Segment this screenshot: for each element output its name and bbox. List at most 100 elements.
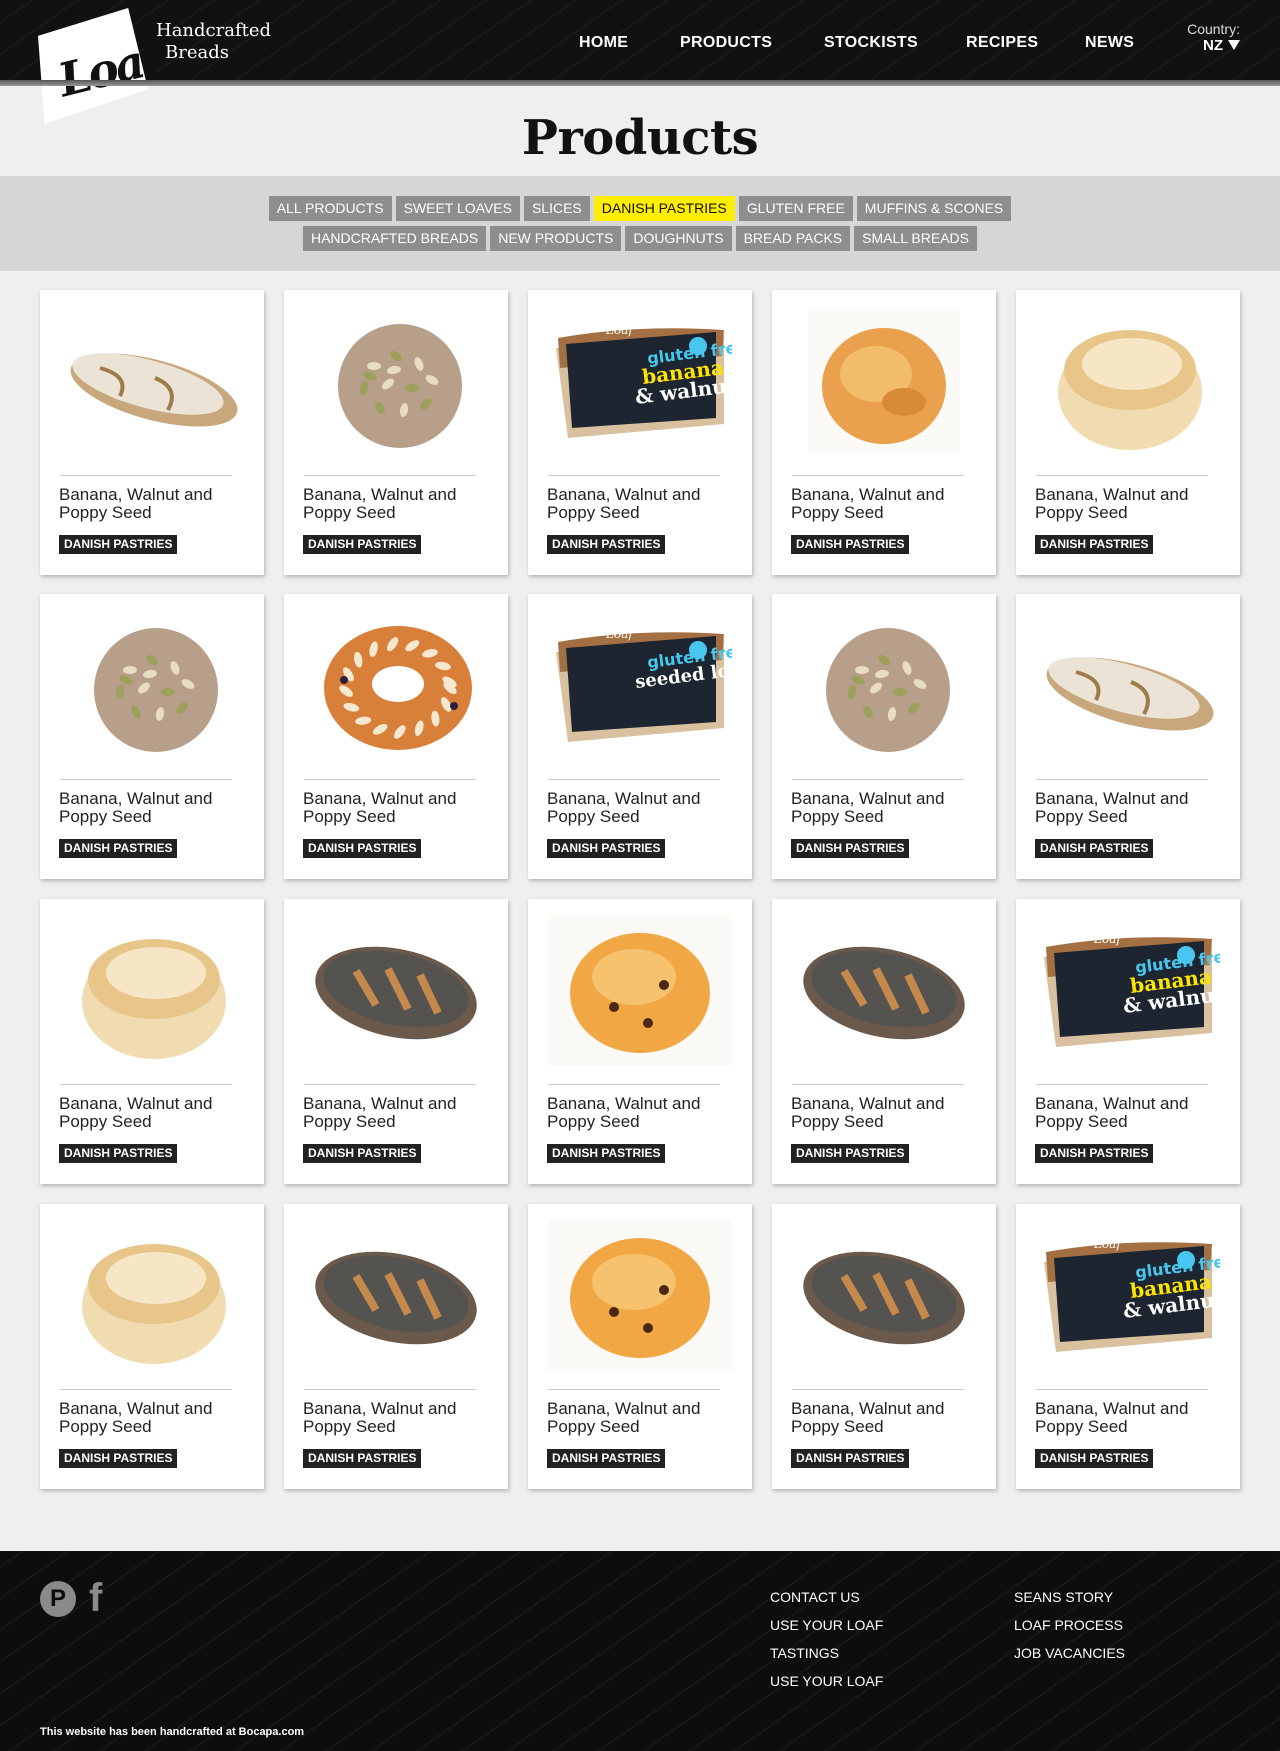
product-image[interactable] [304, 915, 488, 1065]
product-category-tag[interactable]: DANISH PASTRIES [59, 535, 178, 554]
product-name[interactable]: Banana, Walnut and Poppy Seed [59, 1400, 249, 1436]
product-category-tag[interactable]: DANISH PASTRIES [547, 1449, 666, 1468]
caret-down-icon[interactable] [1228, 40, 1240, 50]
product-card[interactable]: Banana, Walnut and Poppy Seed DANISH PAS… [1016, 290, 1240, 575]
product-category-tag[interactable]: DANISH PASTRIES [59, 1144, 178, 1163]
filter-sweet-loaves[interactable]: SWEET LOAVES [395, 196, 520, 221]
product-name[interactable]: Banana, Walnut and Poppy Seed [1035, 1400, 1225, 1436]
product-category-tag[interactable]: DANISH PASTRIES [59, 839, 178, 858]
product-image[interactable] [60, 306, 244, 456]
product-card[interactable]: Banana, Walnut and Poppy Seed DANISH PAS… [40, 290, 264, 575]
product-name[interactable]: Banana, Walnut and Poppy Seed [303, 486, 493, 522]
product-category-tag[interactable]: DANISH PASTRIES [303, 839, 422, 858]
product-card[interactable]: Banana, Walnut and Poppy Seed DANISH PAS… [284, 290, 508, 575]
product-card[interactable]: Banana, Walnut and Poppy Seed DANISH PAS… [772, 899, 996, 1184]
product-card[interactable]: Banana, Walnut and Poppy Seed DANISH PAS… [284, 594, 508, 879]
product-name[interactable]: Banana, Walnut and Poppy Seed [59, 790, 249, 826]
product-category-tag[interactable]: DANISH PASTRIES [1035, 1449, 1154, 1468]
product-image[interactable] [792, 915, 976, 1065]
footer-link-job-vacancies[interactable]: JOB VACANCIES [1014, 1639, 1125, 1667]
product-card[interactable]: Banana, Walnut and Poppy Seed DANISH PAS… [772, 290, 996, 575]
nav-products[interactable]: PRODUCTS [680, 34, 772, 52]
product-image[interactable]: gluten free banana & walnut Loaf [1036, 1220, 1236, 1370]
footer-link-tastings[interactable]: TASTINGS [770, 1639, 883, 1667]
product-image[interactable] [304, 306, 488, 456]
filter-handcrafted-breads[interactable]: HANDCRAFTED BREADS [302, 226, 487, 251]
product-image[interactable] [60, 1220, 244, 1370]
filter-slices[interactable]: SLICES [523, 196, 590, 221]
site-credit[interactable]: This website has been handcrafted at Boc… [40, 1726, 304, 1738]
product-name[interactable]: Banana, Walnut and Poppy Seed [1035, 1095, 1225, 1131]
product-image[interactable] [304, 610, 488, 760]
filter-doughnuts[interactable]: DOUGHNUTS [625, 226, 732, 251]
product-card[interactable]: Banana, Walnut and Poppy Seed DANISH PAS… [284, 1204, 508, 1489]
product-card[interactable]: gluten free banana & walnut Loaf Banana,… [1016, 1204, 1240, 1489]
product-image[interactable]: gluten free banana & walnut Loaf [548, 306, 748, 456]
product-name[interactable]: Banana, Walnut and Poppy Seed [547, 1095, 737, 1131]
product-category-tag[interactable]: DANISH PASTRIES [791, 535, 910, 554]
filter-bread-packs[interactable]: BREAD PACKS [735, 226, 851, 251]
product-card[interactable]: Banana, Walnut and Poppy Seed DANISH PAS… [40, 1204, 264, 1489]
product-category-tag[interactable]: DANISH PASTRIES [1035, 839, 1154, 858]
product-category-tag[interactable]: DANISH PASTRIES [1035, 1144, 1154, 1163]
product-card[interactable]: gluten free seeded loaf Loaf Banana, Wal… [528, 594, 752, 879]
product-image[interactable] [792, 610, 976, 760]
product-name[interactable]: Banana, Walnut and Poppy Seed [791, 486, 981, 522]
product-category-tag[interactable]: DANISH PASTRIES [303, 535, 422, 554]
footer-link-use-your-loaf-2[interactable]: USE YOUR LOAF [770, 1667, 883, 1695]
product-name[interactable]: Banana, Walnut and Poppy Seed [303, 1400, 493, 1436]
product-category-tag[interactable]: DANISH PASTRIES [59, 1449, 178, 1468]
filter-new-products[interactable]: NEW PRODUCTS [490, 226, 622, 251]
product-image[interactable] [60, 915, 244, 1065]
product-card[interactable]: Banana, Walnut and Poppy Seed DANISH PAS… [772, 1204, 996, 1489]
nav-recipes[interactable]: RECIPES [966, 34, 1038, 52]
product-image[interactable] [60, 610, 244, 760]
product-category-tag[interactable]: DANISH PASTRIES [791, 839, 910, 858]
filter-danish-pastries[interactable]: DANISH PASTRIES [593, 196, 735, 221]
product-image[interactable] [1036, 610, 1220, 760]
footer-link-seans-story[interactable]: SEANS STORY [1014, 1583, 1125, 1611]
footer-link-use-your-loaf[interactable]: USE YOUR LOAF [770, 1611, 883, 1639]
pinterest-icon[interactable]: P [40, 1581, 76, 1617]
product-image[interactable] [548, 915, 732, 1065]
filter-gluten-free[interactable]: GLUTEN FREE [738, 196, 853, 221]
footer-link-loaf-process[interactable]: LOAF PROCESS [1014, 1611, 1125, 1639]
product-card[interactable]: Banana, Walnut and Poppy Seed DANISH PAS… [284, 899, 508, 1184]
filter-small-breads[interactable]: SMALL BREADS [854, 226, 977, 251]
product-card[interactable]: Banana, Walnut and Poppy Seed DANISH PAS… [528, 899, 752, 1184]
product-image[interactable] [792, 1220, 976, 1370]
product-category-tag[interactable]: DANISH PASTRIES [547, 535, 666, 554]
product-name[interactable]: Banana, Walnut and Poppy Seed [547, 1400, 737, 1436]
filter-all-products[interactable]: ALL PRODUCTS [268, 196, 392, 221]
product-card[interactable]: Banana, Walnut and Poppy Seed DANISH PAS… [1016, 594, 1240, 879]
product-name[interactable]: Banana, Walnut and Poppy Seed [59, 486, 249, 522]
product-name[interactable]: Banana, Walnut and Poppy Seed [791, 790, 981, 826]
product-category-tag[interactable]: DANISH PASTRIES [791, 1449, 910, 1468]
facebook-icon[interactable]: f [89, 1578, 102, 1618]
product-image[interactable]: gluten free banana & walnut Loaf [1036, 915, 1236, 1065]
country-selector[interactable]: Country: NZ [1187, 21, 1240, 55]
filter-muffins-scones[interactable]: MUFFINS & SCONES [856, 196, 1012, 221]
product-name[interactable]: Banana, Walnut and Poppy Seed [1035, 790, 1225, 826]
product-category-tag[interactable]: DANISH PASTRIES [303, 1144, 422, 1163]
nav-news[interactable]: NEWS [1085, 34, 1134, 52]
product-card[interactable]: gluten free banana & walnut Loaf Banana,… [1016, 899, 1240, 1184]
product-card[interactable]: Banana, Walnut and Poppy Seed DANISH PAS… [40, 899, 264, 1184]
product-card[interactable]: Banana, Walnut and Poppy Seed DANISH PAS… [528, 1204, 752, 1489]
product-name[interactable]: Banana, Walnut and Poppy Seed [1035, 486, 1225, 522]
product-image[interactable] [304, 1220, 488, 1370]
product-category-tag[interactable]: DANISH PASTRIES [1035, 535, 1154, 554]
product-category-tag[interactable]: DANISH PASTRIES [547, 839, 666, 858]
product-name[interactable]: Banana, Walnut and Poppy Seed [303, 790, 493, 826]
product-category-tag[interactable]: DANISH PASTRIES [791, 1144, 910, 1163]
product-card[interactable]: gluten free banana & walnut Loaf Banana,… [528, 290, 752, 575]
product-name[interactable]: Banana, Walnut and Poppy Seed [791, 1095, 981, 1131]
nav-stockists[interactable]: STOCKISTS [824, 34, 918, 52]
product-image[interactable] [548, 1220, 732, 1370]
product-name[interactable]: Banana, Walnut and Poppy Seed [547, 486, 737, 522]
product-image[interactable] [1036, 306, 1220, 456]
product-name[interactable]: Banana, Walnut and Poppy Seed [59, 1095, 249, 1131]
product-category-tag[interactable]: DANISH PASTRIES [303, 1449, 422, 1468]
product-card[interactable]: Banana, Walnut and Poppy Seed DANISH PAS… [772, 594, 996, 879]
product-name[interactable]: Banana, Walnut and Poppy Seed [303, 1095, 493, 1131]
